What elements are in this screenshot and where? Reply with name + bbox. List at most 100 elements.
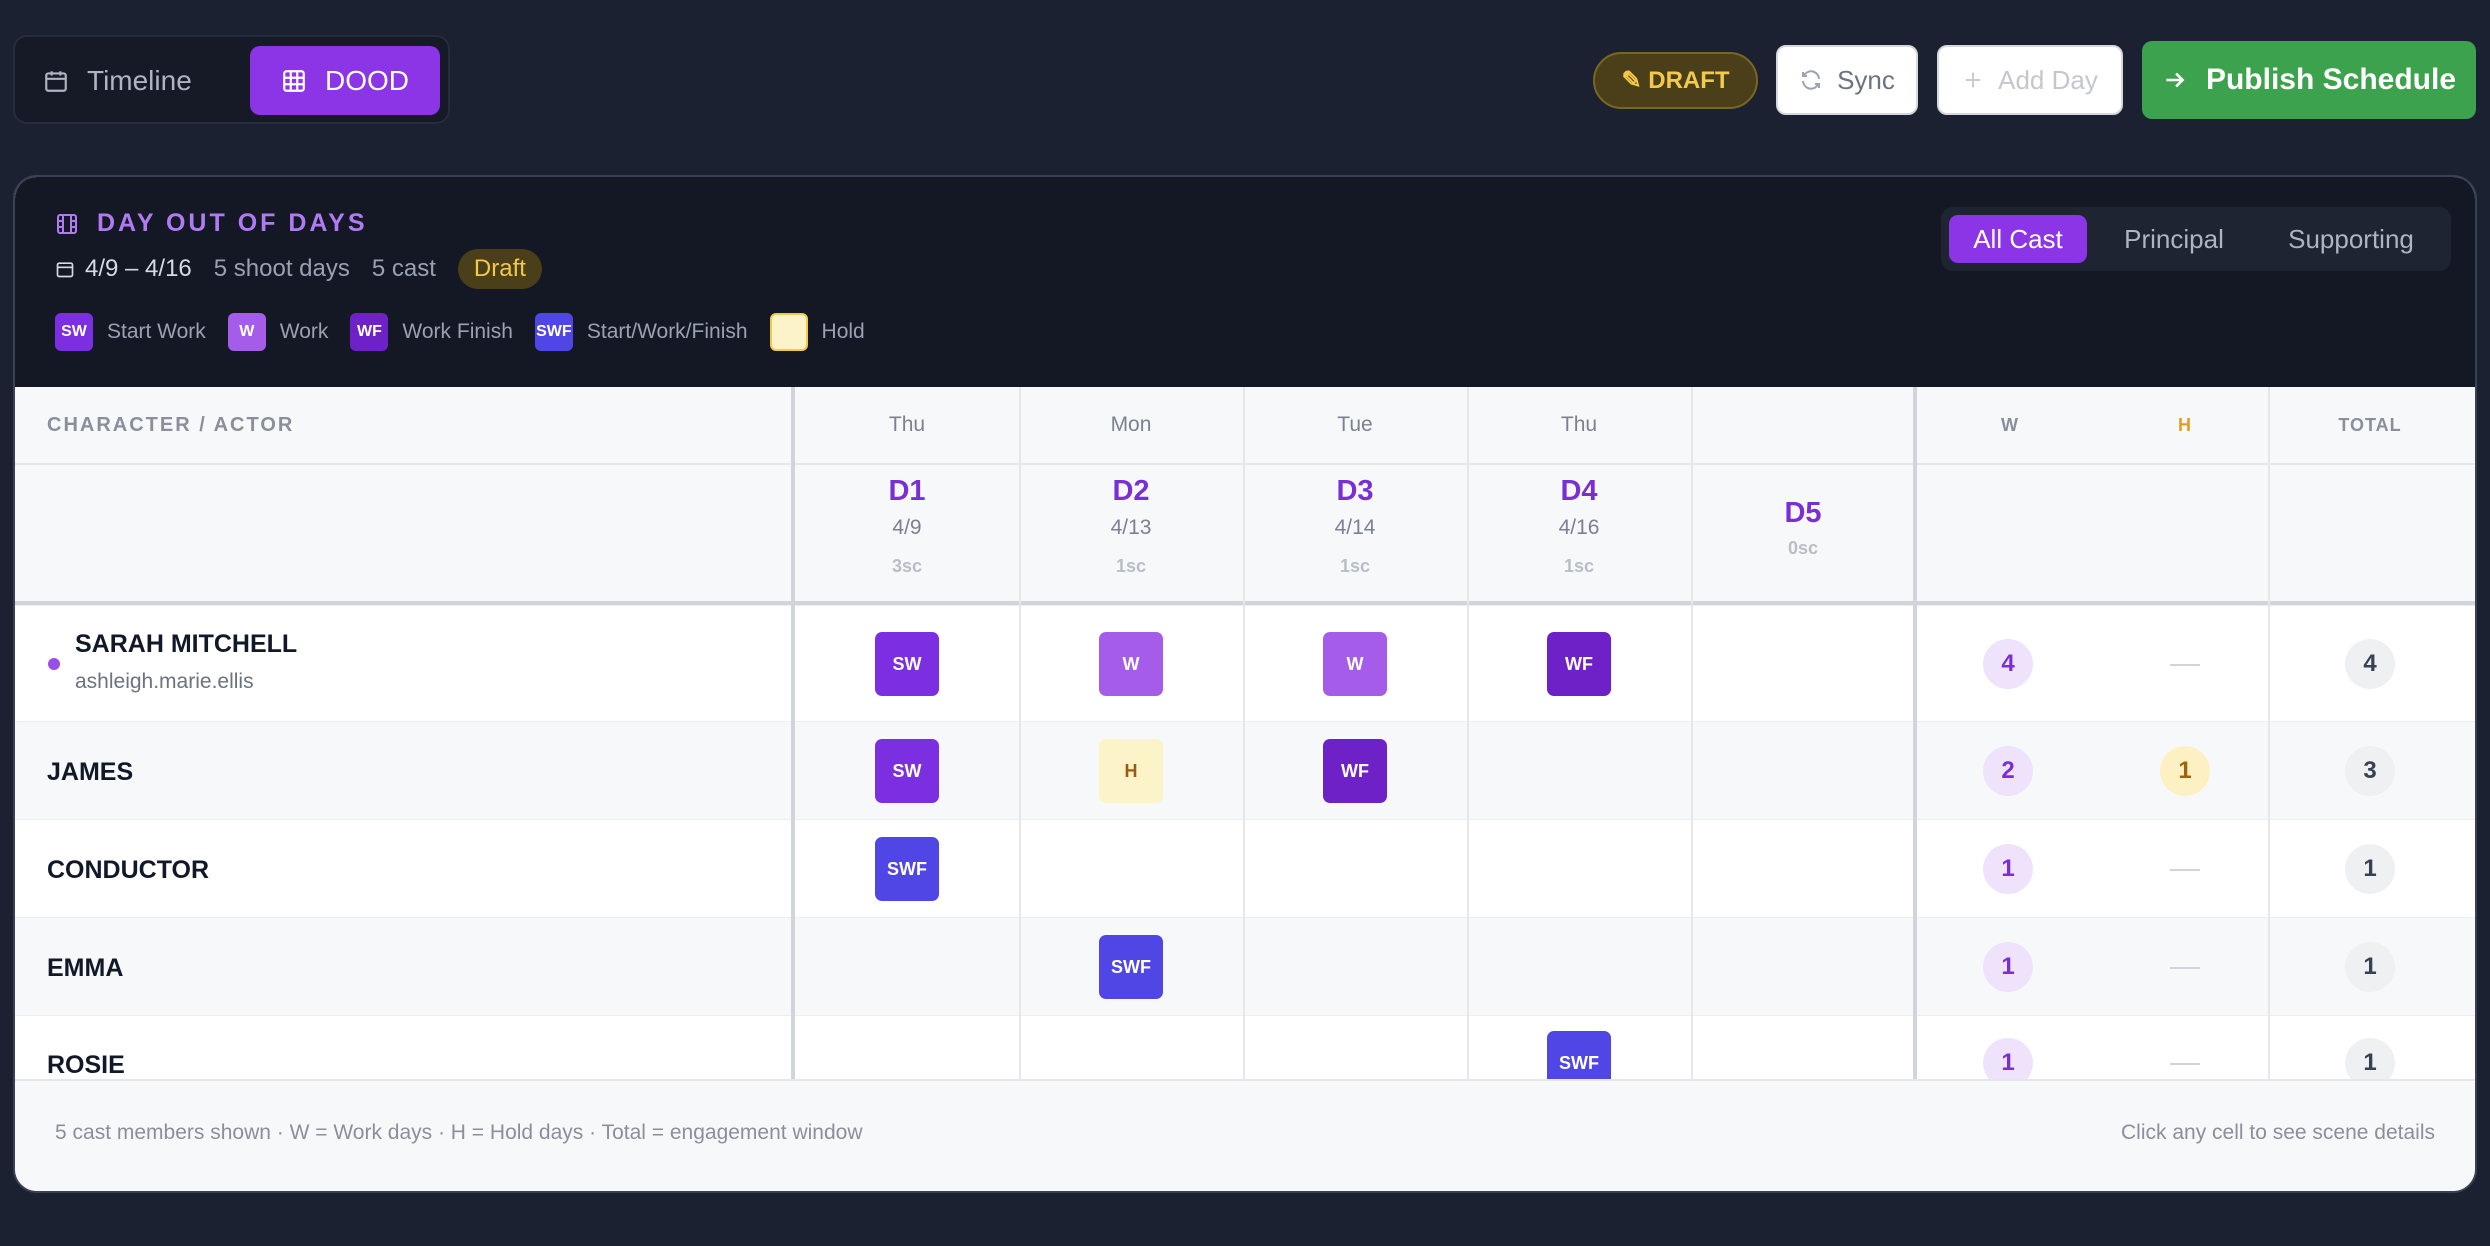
- tab-all-cast[interactable]: All Cast: [1949, 215, 2087, 263]
- legend: SW Start Work W Work WF Work Finish SWF …: [55, 313, 865, 351]
- date-range: 4/9 – 4/16: [55, 255, 192, 283]
- day-code: D4: [1560, 475, 1598, 507]
- grid-divider: [791, 387, 795, 1079]
- table-row: ROSIE: [15, 1015, 2475, 1080]
- publish-schedule-button[interactable]: Publish Schedule: [2142, 41, 2476, 119]
- refresh-icon: [1802, 70, 1821, 90]
- legend-item-h: H Hold: [769, 313, 865, 351]
- day-header-d3[interactable]: D3 4/14 1sc: [1243, 465, 1467, 601]
- day-code: D1: [888, 475, 926, 507]
- dood-cell-sw[interactable]: SW: [875, 739, 939, 803]
- weekday-d2: Mon: [1110, 413, 1152, 436]
- dood-cell-sw[interactable]: SW: [875, 632, 939, 696]
- summary-header-h: H: [2178, 414, 2192, 435]
- work-days-count: 1: [1983, 844, 2033, 894]
- tab-supporting[interactable]: Supporting: [2261, 215, 2441, 263]
- grid-divider: [2268, 387, 2270, 1079]
- dood-cell-w[interactable]: W: [1323, 632, 1387, 696]
- dood-cell-wf[interactable]: WF: [1323, 739, 1387, 803]
- grid-divider: [1243, 387, 1245, 1079]
- add-day-button[interactable]: Add Day: [1937, 45, 2123, 115]
- legend-label: Work Finish: [402, 320, 513, 343]
- view-dood-button[interactable]: DOOD: [250, 46, 440, 115]
- day-scene-count: 1sc: [1115, 556, 1147, 576]
- day-date: 4/16: [1558, 516, 1600, 539]
- hold-days-empty: [2170, 1063, 2200, 1065]
- table-row: SARAH MITCHELL ashleigh.marie.ellis SW W…: [15, 605, 2475, 722]
- draft-status-pill: ✎ DRAFT: [1593, 52, 1758, 109]
- day-header-d4[interactable]: D4 4/16 1sc: [1467, 465, 1691, 601]
- table-row: EMMA SWF 1 1: [15, 917, 2475, 1016]
- sync-label: Sync: [1837, 64, 1895, 95]
- legend-swatch: SWF: [534, 313, 573, 351]
- day-code: D3: [1336, 475, 1374, 507]
- arrow-right-icon: [2166, 72, 2185, 88]
- grid-divider: [1019, 387, 1021, 1079]
- date-range-text: 4/9 – 4/16: [85, 255, 192, 282]
- legend-label: Work: [279, 320, 329, 343]
- day-code: D5: [1784, 497, 1822, 529]
- panel-title-text: DAY OUT OF DAYS: [97, 209, 368, 237]
- summary-header-w: W: [2001, 414, 2019, 435]
- total-days-count: 3: [2345, 746, 2395, 796]
- day-scene-count: 3sc: [891, 556, 923, 576]
- legend-label: Hold: [821, 320, 865, 343]
- weekday-d1: Thu: [888, 413, 926, 436]
- work-days-count: 1: [1983, 942, 2033, 992]
- legend-label: Start/Work/Finish: [586, 320, 748, 343]
- total-days-count: 1: [2345, 844, 2395, 894]
- view-timeline-button[interactable]: Timeline: [43, 46, 243, 115]
- header-row-weekday: CHARACTER / ACTOR Thu Mon Tue Thu W H TO…: [15, 387, 2475, 465]
- tab-principal[interactable]: Principal: [2099, 215, 2249, 263]
- day-header-d1[interactable]: D1 4/9 3sc: [795, 465, 1019, 601]
- hold-days-empty: [2170, 967, 2200, 969]
- grid-divider: [1691, 387, 1693, 1079]
- character-name: ROSIE: [47, 1051, 125, 1079]
- plus-icon: [1965, 72, 1981, 88]
- day-date: 4/14: [1334, 516, 1376, 539]
- header-row-days: D1 4/9 3sc D2 4/13 1sc D3 4/14 1sc D4 4/…: [15, 465, 2475, 605]
- panel-title: DAY OUT OF DAYS: [55, 209, 368, 238]
- total-days-count: 4: [2345, 639, 2395, 689]
- day-date: 4/13: [1110, 516, 1152, 539]
- hold-days-count: 1: [2160, 746, 2210, 796]
- legend-item-sw: SW Start Work: [55, 313, 206, 351]
- legend-swatch: H: [769, 313, 808, 351]
- table-row: JAMES SW H WF 2 1 3: [15, 721, 2475, 820]
- work-days-count: 4: [1983, 639, 2033, 689]
- view-switcher: Timeline DOOD: [13, 35, 450, 124]
- panel-meta: 4/9 – 4/16 5 shoot days 5 cast Draft: [55, 249, 542, 289]
- grid-divider: [1913, 387, 1917, 1079]
- calendar-icon: [56, 262, 74, 278]
- total-days-count: 1: [2345, 942, 2395, 992]
- day-header-d2[interactable]: D2 4/13 1sc: [1019, 465, 1243, 601]
- weekday-d3: Tue: [1337, 413, 1373, 436]
- cast-count: 5 cast: [371, 255, 436, 282]
- dood-cell-w[interactable]: W: [1099, 632, 1163, 696]
- day-header-d5[interactable]: D5 0sc: [1691, 465, 1915, 601]
- legend-item-swf: SWF Start/Work/Finish: [534, 313, 748, 351]
- summary-header-total: TOTAL: [2338, 414, 2402, 435]
- character-name: JAMES: [47, 758, 134, 786]
- legend-label: Start Work: [107, 320, 206, 343]
- character-name: EMMA: [47, 954, 124, 982]
- dood-cell-wf[interactable]: WF: [1547, 632, 1611, 696]
- legend-swatch: SW: [55, 313, 93, 351]
- grid-divider: [1467, 387, 1469, 1079]
- weekday-d5: [1691, 387, 1915, 463]
- day-scene-count: 1sc: [1339, 556, 1371, 576]
- grid-icon: [283, 69, 305, 92]
- legend-swatch: WF: [350, 313, 389, 351]
- day-scene-count: 0sc: [1787, 538, 1819, 558]
- hold-days-empty: [2170, 869, 2200, 871]
- panel-footer: 5 cast members shown · W = Work days · H…: [15, 1079, 2475, 1191]
- dood-cell-swf[interactable]: SWF: [875, 837, 939, 901]
- publish-label: Publish Schedule: [2205, 63, 2457, 96]
- dood-cell-swf[interactable]: SWF: [1099, 935, 1163, 999]
- dood-cell-h[interactable]: H: [1099, 739, 1163, 803]
- sync-button[interactable]: Sync: [1776, 45, 1918, 115]
- hold-days-empty: [2170, 664, 2200, 666]
- character-name: SARAH MITCHELL: [75, 630, 298, 658]
- shoot-days-count: 5 shoot days: [213, 255, 350, 282]
- top-toolbar: Timeline DOOD ✎ DRAFT Sync Add Day Publi…: [0, 0, 2490, 160]
